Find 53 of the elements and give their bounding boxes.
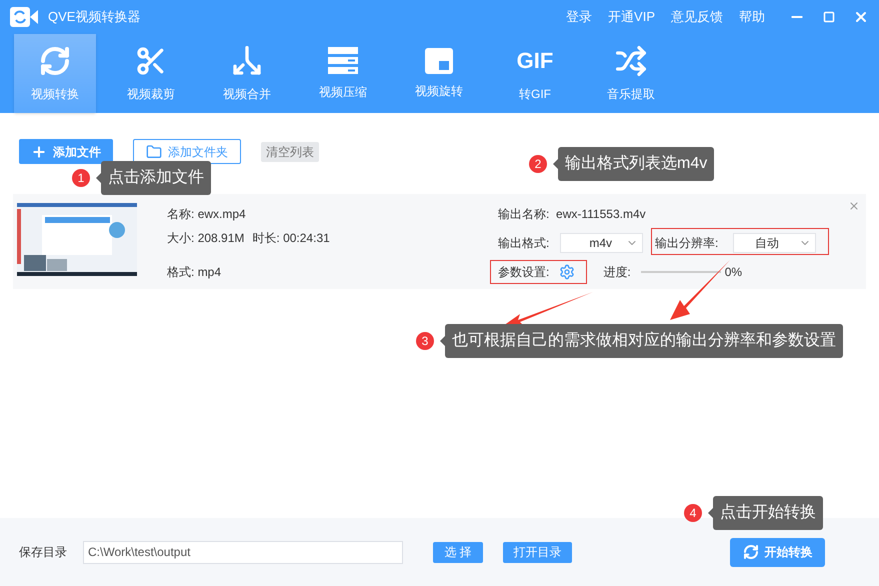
file-duration: 时长: 00:24:31 — [252, 230, 330, 247]
progress-label: 进度: — [603, 264, 631, 281]
header-link[interactable]: 开通VIP — [608, 7, 655, 27]
header-link[interactable]: 意见反馈 — [671, 7, 723, 27]
nav-tab[interactable]: 音乐提取 — [590, 34, 672, 113]
nav-tab[interactable]: 视频压缩 — [302, 34, 384, 113]
sync-icon — [39, 44, 71, 76]
save-dir-label: 保存目录 — [19, 544, 67, 561]
merge-icon — [231, 44, 263, 76]
output-name: 输出名称: ewx-111553.m4v — [498, 206, 647, 223]
step-badge: 2 — [529, 155, 547, 173]
resolution-label: 输出分辨率: — [655, 235, 720, 252]
file-size: 大小: 208.91M — [167, 230, 244, 247]
callout-tip: 也可根据自己的需求做相对应的输出分辨率和参数设置 — [440, 324, 843, 358]
close-icon[interactable] — [853, 9, 869, 25]
format-dropdown[interactable]: m4v — [560, 233, 643, 253]
step-badge: 1 — [72, 169, 90, 187]
nav-tab[interactable]: 视频合并 — [206, 34, 288, 113]
settings-icon[interactable] — [559, 264, 576, 280]
file-format: 格式: mp4 — [167, 264, 222, 281]
nav-tab[interactable]: GIF 转GIF — [494, 34, 576, 113]
header-link[interactable]: 登录 — [566, 7, 592, 27]
choose-button[interactable]: 选 择 — [433, 542, 483, 562]
progress-text: 0% — [724, 264, 742, 281]
nav-tab[interactable]: 视频转换 — [14, 34, 96, 113]
folder-icon — [146, 144, 162, 160]
start-button[interactable]: 开始转换 — [730, 538, 825, 566]
resolution-dropdown[interactable]: 自动 — [733, 233, 816, 253]
app-title: QVE视频转换器 — [48, 8, 140, 26]
remove-icon[interactable] — [848, 200, 860, 212]
step-badge: 3 — [416, 332, 434, 350]
clear-list-button[interactable]: 清空列表 — [261, 142, 319, 162]
shuffle-icon — [615, 44, 647, 76]
window-icon — [425, 48, 453, 74]
plus-icon — [31, 144, 47, 160]
sync-icon — [742, 544, 758, 560]
step-badge: 4 — [684, 504, 702, 522]
file-name: 名称: ewx.mp4 — [167, 206, 247, 223]
nav-tab[interactable]: 视频旋转 — [398, 34, 480, 113]
open-dir-button[interactable]: 打开目录 — [503, 542, 572, 562]
callout-tip: 输出格式列表选m4v — [553, 147, 714, 181]
save-path-field[interactable]: C:\Work\test\output — [83, 540, 403, 564]
callout-tip: 点击添加文件 — [96, 161, 211, 195]
output-format-label: 输出格式: — [498, 235, 550, 252]
add-file-button[interactable]: 添加文件 — [19, 139, 113, 164]
header-link[interactable]: 帮助 — [739, 7, 765, 27]
callout-tip: 点击开始转换 — [708, 496, 823, 530]
params-label: 参数设置: — [498, 264, 550, 281]
stack-icon — [328, 46, 358, 74]
app-logo — [10, 7, 38, 27]
nav-tab[interactable]: 视频裁剪 — [110, 34, 192, 113]
maximize-icon[interactable] — [823, 11, 835, 23]
gif-icon: GIF — [516, 44, 554, 76]
